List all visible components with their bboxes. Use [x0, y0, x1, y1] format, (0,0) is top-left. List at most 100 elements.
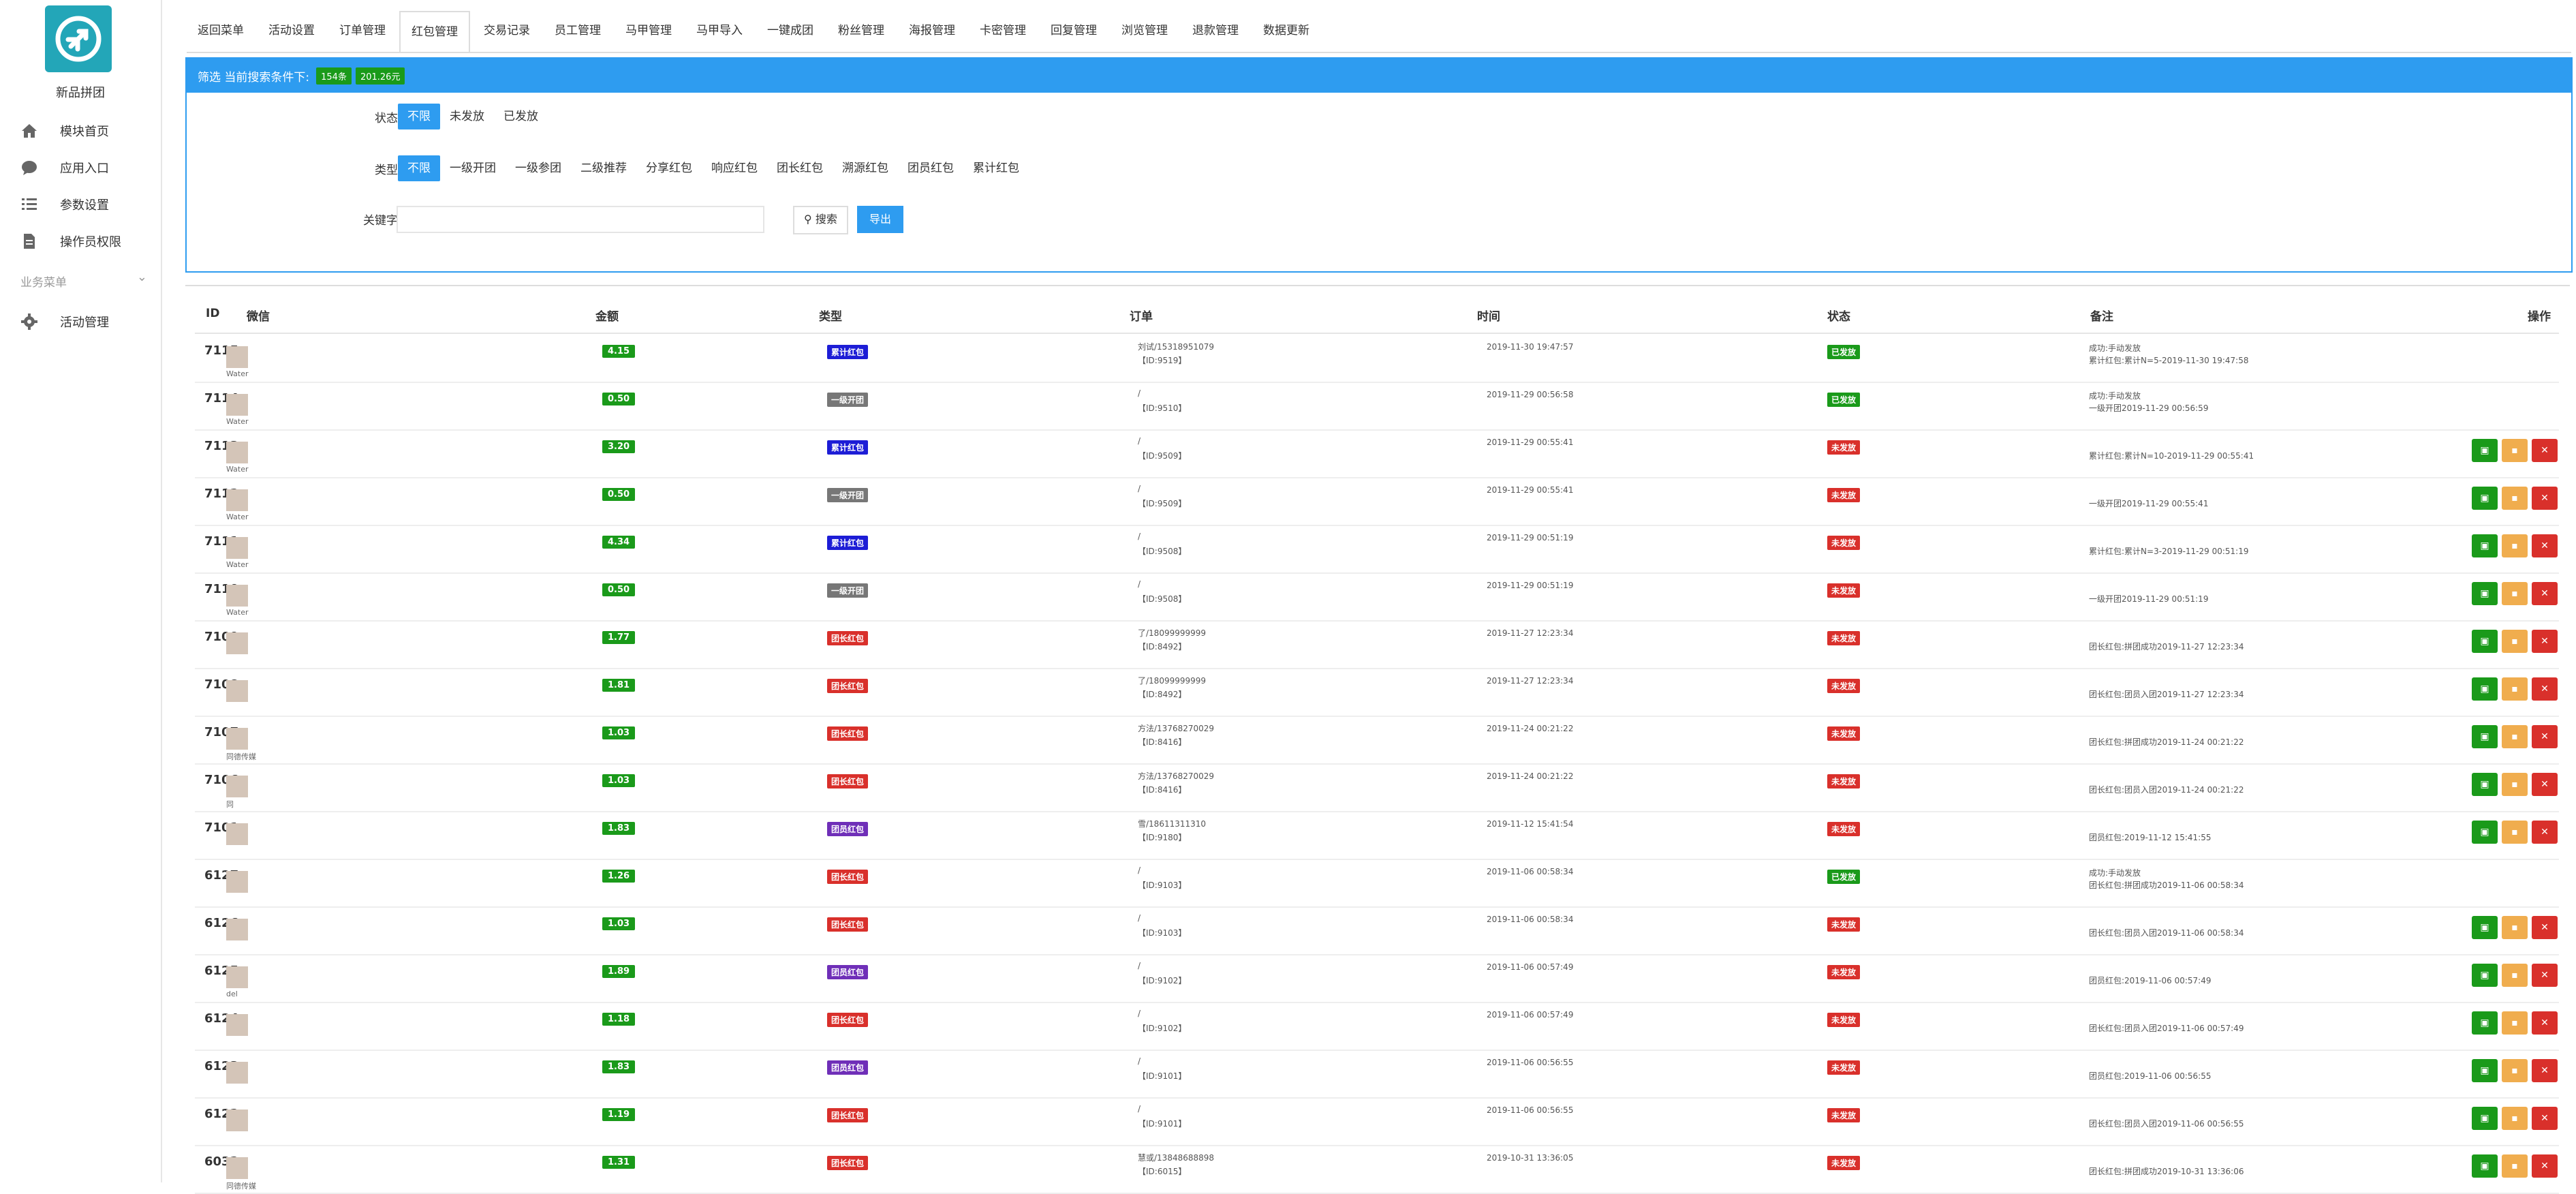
status-option[interactable]: 不限: [398, 104, 440, 129]
sidebar-item-home[interactable]: 模块首页: [0, 113, 161, 149]
delete-button[interactable]: ✕: [2532, 677, 2558, 701]
edit-button[interactable]: ▪: [2502, 1059, 2528, 1082]
send-money-button[interactable]: ▣: [2472, 1154, 2498, 1178]
search-button[interactable]: ⚲ 搜索: [793, 206, 848, 234]
edit-button[interactable]: ▪: [2502, 582, 2528, 605]
tab-item[interactable]: 订单管理: [328, 11, 397, 50]
send-money-button[interactable]: ▣: [2472, 773, 2498, 796]
sidebar-item-app-entry[interactable]: 应用入口: [0, 150, 161, 185]
row-actions: ▣ ▪ ✕: [2472, 487, 2562, 510]
type-option[interactable]: 累计红包: [963, 155, 1029, 181]
amount-badge: 1.03: [602, 726, 636, 739]
send-money-button[interactable]: ▣: [2472, 630, 2498, 653]
send-money-button[interactable]: ▣: [2472, 725, 2498, 748]
delete-button[interactable]: ✕: [2532, 487, 2558, 510]
edit-button[interactable]: ▪: [2502, 677, 2528, 701]
type-option[interactable]: 溯源红包: [833, 155, 898, 181]
delete-button[interactable]: ✕: [2532, 1059, 2558, 1082]
type-option[interactable]: 分享红包: [636, 155, 702, 181]
folder-icon: ▪: [2511, 445, 2518, 456]
type-option[interactable]: 二级推荐: [571, 155, 636, 181]
sidebar-item-activity-management[interactable]: 活动管理: [0, 304, 161, 339]
sidebar-item-label: 活动管理: [60, 316, 109, 330]
edit-button[interactable]: ▪: [2502, 439, 2528, 462]
tab-item[interactable]: 回复管理: [1040, 11, 1108, 50]
send-money-button[interactable]: ▣: [2472, 1011, 2498, 1035]
tab-item[interactable]: 卡密管理: [969, 11, 1037, 50]
send-money-button[interactable]: ▣: [2472, 1107, 2498, 1130]
delete-button[interactable]: ✕: [2532, 534, 2558, 557]
edit-button[interactable]: ▪: [2502, 773, 2528, 796]
tab-item[interactable]: 红包管理: [399, 11, 470, 53]
send-money-button[interactable]: ▣: [2472, 534, 2498, 557]
app-logo[interactable]: [45, 5, 112, 72]
type-option[interactable]: 团员红包: [898, 155, 963, 181]
tab-item[interactable]: 活动设置: [258, 11, 326, 50]
sidebar-item-operator-permission[interactable]: 操作员权限: [0, 224, 161, 259]
edit-button[interactable]: ▪: [2502, 1107, 2528, 1130]
send-money-button[interactable]: ▣: [2472, 439, 2498, 462]
money-icon: ▣: [2480, 540, 2489, 551]
send-money-button[interactable]: ▣: [2472, 677, 2498, 701]
tab-item[interactable]: 浏览管理: [1111, 11, 1179, 50]
type-option[interactable]: 不限: [398, 155, 440, 181]
money-icon: ▣: [2480, 684, 2489, 694]
delete-button[interactable]: ✕: [2532, 1011, 2558, 1035]
delete-button[interactable]: ✕: [2532, 1154, 2558, 1178]
tab-item[interactable]: 马甲导入: [685, 11, 754, 50]
edit-button[interactable]: ▪: [2502, 964, 2528, 987]
status-badge: 未发放: [1827, 536, 1861, 550]
edit-button[interactable]: ▪: [2502, 487, 2528, 510]
delete-button[interactable]: ✕: [2532, 821, 2558, 844]
edit-button[interactable]: ▪: [2502, 821, 2528, 844]
edit-button[interactable]: ▪: [2502, 1011, 2528, 1035]
send-money-button[interactable]: ▣: [2472, 821, 2498, 844]
send-money-button[interactable]: ▣: [2472, 487, 2498, 510]
type-option[interactable]: 响应红包: [702, 155, 767, 181]
sidebar-item-settings[interactable]: 参数设置: [0, 187, 161, 222]
tab-item[interactable]: 交易记录: [473, 11, 541, 50]
close-icon: ✕: [2541, 540, 2549, 551]
tab-item[interactable]: 海报管理: [898, 11, 966, 50]
tab-item[interactable]: 数据更新: [1252, 11, 1320, 50]
edit-button[interactable]: ▪: [2502, 1154, 2528, 1178]
type-option[interactable]: 一级参团: [506, 155, 571, 181]
note-line-2: 累计红包:累计N=5-2019-11-30 19:47:58: [2089, 356, 2249, 365]
tab-item[interactable]: 一键成团: [756, 11, 824, 50]
tab-item[interactable]: 粉丝管理: [827, 11, 895, 50]
status-badge: 未发放: [1827, 583, 1861, 598]
edit-button[interactable]: ▪: [2502, 725, 2528, 748]
note-text: 团长红包:团员入团2019-11-06 00:57:49: [2089, 1024, 2244, 1033]
type-option[interactable]: 一级开团: [440, 155, 506, 181]
send-money-button[interactable]: ▣: [2472, 582, 2498, 605]
order-id: 【ID:9508】: [1138, 594, 1187, 604]
delete-button[interactable]: ✕: [2532, 964, 2558, 987]
type-option[interactable]: 团长红包: [767, 155, 833, 181]
delete-button[interactable]: ✕: [2532, 773, 2558, 796]
edit-button[interactable]: ▪: [2502, 630, 2528, 653]
keyword-input[interactable]: [397, 206, 764, 233]
edit-button[interactable]: ▪: [2502, 916, 2528, 939]
row-actions: ▣ ▪ ✕: [2472, 677, 2562, 701]
send-money-button[interactable]: ▣: [2472, 916, 2498, 939]
delete-button[interactable]: ✕: [2532, 582, 2558, 605]
order-info: /: [1138, 579, 1141, 589]
delete-button[interactable]: ✕: [2532, 439, 2558, 462]
send-money-button[interactable]: ▣: [2472, 1059, 2498, 1082]
edit-button[interactable]: ▪: [2502, 534, 2528, 557]
status-option[interactable]: 未发放: [440, 104, 494, 129]
status-badge: 未发放: [1827, 1060, 1861, 1075]
tab-item[interactable]: 员工管理: [544, 11, 612, 50]
tab-item[interactable]: 返回菜单: [187, 11, 255, 50]
status-option[interactable]: 已发放: [494, 104, 548, 129]
delete-button[interactable]: ✕: [2532, 725, 2558, 748]
tab-item[interactable]: 马甲管理: [615, 11, 683, 50]
delete-button[interactable]: ✕: [2532, 916, 2558, 939]
delete-button[interactable]: ✕: [2532, 630, 2558, 653]
send-money-button[interactable]: ▣: [2472, 964, 2498, 987]
delete-button[interactable]: ✕: [2532, 1107, 2558, 1130]
th-status: 状态: [1827, 310, 1850, 324]
tab-item[interactable]: 退款管理: [1181, 11, 1250, 50]
sidebar-group-business[interactable]: 业务菜单 ⌄: [20, 270, 154, 290]
export-button[interactable]: 导出: [857, 206, 904, 233]
